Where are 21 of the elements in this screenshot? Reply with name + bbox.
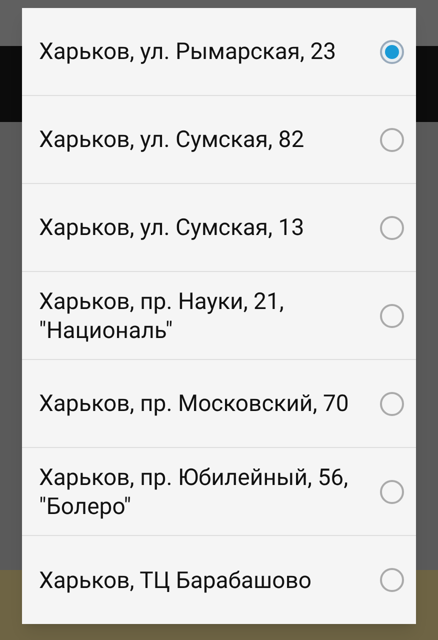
option-row[interactable]: Харьков, ул. Сумская, 82 (22, 96, 416, 184)
option-label: Харьков, ул. Сумская, 13 (39, 213, 306, 242)
option-label: Харьков, ул. Рымарская, 23 (39, 37, 338, 66)
option-label: Харьков, пр. Юбилейный, 56, "Болеро" (39, 462, 350, 520)
option-label: Харьков, ул. Сумская, 82 (39, 125, 306, 154)
radio-button[interactable] (380, 128, 404, 152)
radio-button[interactable] (380, 568, 404, 592)
option-label: Харьков, пр. Науки, 21, "Националь" (39, 286, 285, 344)
radio-button[interactable] (380, 304, 404, 328)
option-row[interactable]: Харьков, пр. Юбилейный, 56, "Болеро" (22, 448, 416, 536)
option-label: Харьков, пр. Московский, 70 (39, 389, 350, 418)
radio-button[interactable] (380, 480, 404, 504)
radio-button[interactable] (380, 216, 404, 240)
option-label: Харьков, ТЦ Барабашово (39, 566, 312, 594)
radio-button[interactable] (380, 40, 404, 64)
option-row[interactable]: Харьков, пр. Науки, 21, "Националь" (22, 272, 416, 360)
radio-button[interactable] (380, 392, 404, 416)
option-row[interactable]: Харьков, ул. Сумская, 13 (22, 184, 416, 272)
option-row[interactable]: Харьков, ТЦ Барабашово (22, 536, 416, 624)
option-row[interactable]: Харьков, пр. Московский, 70 (22, 360, 416, 448)
option-row[interactable]: Харьков, ул. Рымарская, 23 (22, 8, 416, 96)
